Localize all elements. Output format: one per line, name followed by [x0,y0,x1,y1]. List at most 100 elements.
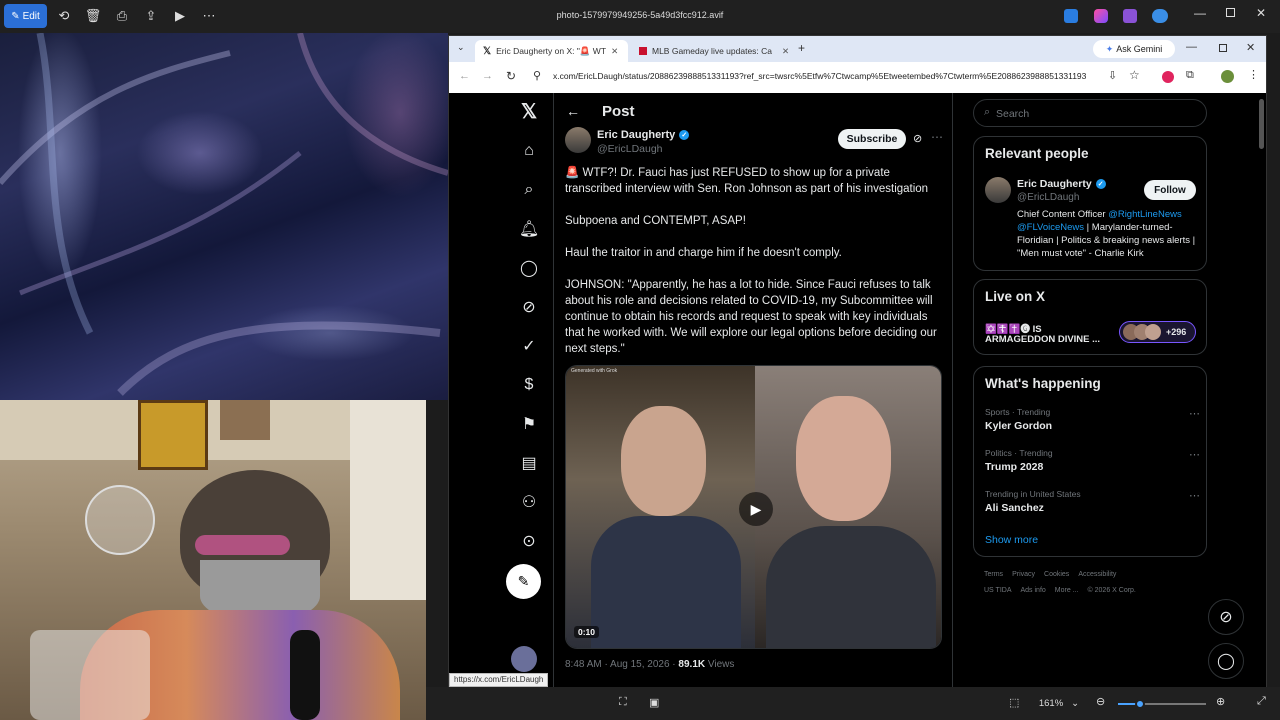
trend-more-icon[interactable]: ⋯ [1189,489,1200,502]
footer-us-tida[interactable]: US TIDA [984,587,1012,594]
trend-more-icon[interactable]: ⋯ [1189,407,1200,420]
zoom-dropdown[interactable]: 161% ⌄ [1030,693,1088,713]
footer-more[interactable]: More ... [1055,587,1079,594]
app-icon-1[interactable] [1064,9,1078,23]
trend-item[interactable]: Politics · Trending Trump 2028 ⋯ [985,448,1200,476]
maximize-icon[interactable] [1219,44,1227,52]
zoom-slider-thumb[interactable] [1135,699,1145,709]
grok-explain-icon[interactable]: ⊘ [913,132,922,145]
bio-link-rightlinenews[interactable]: @RightLineNews [1108,209,1182,220]
cloud-icon[interactable] [1152,9,1168,23]
tab-mlb-gameday[interactable]: MLB Gameday live updates: Ca ✕ [631,40,791,62]
url-field[interactable]: x.com/EricLDaugh/status/2088623988851331… [553,71,1093,81]
home-icon[interactable]: ⌂ [515,137,543,165]
new-tab-icon[interactable]: + [798,41,805,55]
subscribe-button[interactable]: Subscribe [838,129,906,149]
browser-menu-icon[interactable]: ⋮ [1248,68,1259,81]
tab-strip: ⌄ 𝕏 Eric Daugherty on X: "🚨 WTF?! ✕ MLB … [449,36,1266,62]
money-icon[interactable]: $ [515,371,543,399]
footer-terms[interactable]: Terms [984,571,1003,578]
fit-screen-icon[interactable]: ⛶ [619,696,627,709]
close-icon[interactable]: ✕ [1246,41,1255,54]
play-icon: ▶ [750,500,762,517]
follow-button[interactable]: Follow [1144,180,1196,200]
print-icon[interactable]: ⎙ [109,3,135,29]
minimize-icon[interactable]: — [1194,6,1206,20]
site-info-icon[interactable]: ⚲ [533,69,541,82]
show-more-link[interactable]: Show more [985,534,1038,546]
back-icon[interactable]: ← [459,70,470,82]
adblock-icon[interactable] [1162,71,1174,83]
x-logo-icon[interactable]: 𝕏 [515,97,543,125]
footer-privacy[interactable]: Privacy [1012,571,1035,578]
app-icon-3[interactable] [1123,9,1137,23]
account-avatar[interactable] [511,646,537,672]
bookmarks-icon[interactable]: ⚑ [515,410,543,438]
rotate-icon[interactable]: ⟲ [51,3,77,29]
reload-icon[interactable]: ↻ [506,69,516,83]
author-handle[interactable]: @EricLDaugh [597,143,663,155]
close-icon[interactable]: ✕ [1256,6,1266,20]
share-icon[interactable]: ⇪ [138,3,164,29]
person-name-row[interactable]: Eric Daugherty ✓ [1017,178,1106,190]
person-avatar[interactable] [985,177,1011,203]
ask-gemini-button[interactable]: ✦ Ask Gemini [1093,40,1175,58]
slideshow-icon[interactable]: ▶ [167,3,193,29]
tab-list-icon[interactable]: ⌄ [457,42,465,53]
post-video[interactable]: Generated with Grok ▶ 0:10 [565,365,942,649]
address-bar: ← → ↻ ⚲ x.com/EricLDaugh/status/20886239… [449,62,1266,93]
play-button[interactable]: ▶ [739,492,773,526]
fullscreen-icon[interactable]: ⤢ [1257,695,1266,708]
live-listeners-pill[interactable]: +296 [1119,321,1196,343]
post-more-icon[interactable]: ⋯ [931,130,943,144]
bio-link-flvoicenews[interactable]: @FLVoiceNews [1017,222,1084,233]
footer-ads-info[interactable]: Ads info [1021,587,1046,594]
messages-float-button[interactable]: ◯ [1208,643,1244,679]
edit-button[interactable]: ✎ Edit [4,4,47,28]
trend-context: Sports · Trending [985,407,1051,417]
more-circle-icon[interactable]: ⊙ [515,527,543,555]
relevant-people-title: Relevant people [985,146,1089,161]
author-avatar[interactable] [565,127,591,153]
scrollbar-thumb[interactable] [1259,99,1264,149]
tab-x-post[interactable]: 𝕏 Eric Daugherty on X: "🚨 WTF?! ✕ [475,40,628,62]
search-bar[interactable]: ⌕ Search [973,99,1207,127]
articles-icon[interactable]: ▤ [515,449,543,477]
zoom-out-icon[interactable]: ⊖ [1096,695,1105,708]
trend-item[interactable]: Trending in United States Ali Sanchez ⋯ [985,489,1200,517]
chat-icon[interactable]: ◯ [515,254,543,282]
install-app-icon[interactable]: ⇩ [1108,69,1117,82]
live-space-line2[interactable]: ARMAGEDDON DIVINE ... [985,334,1100,345]
explore-search-icon[interactable]: ⌕ [515,176,543,204]
trend-more-icon[interactable]: ⋯ [1189,448,1200,461]
back-arrow-icon[interactable]: ← [566,103,580,119]
footer-accessibility[interactable]: Accessibility [1078,571,1116,578]
zoom-in-icon[interactable]: ⊕ [1216,695,1225,708]
tab-close-icon[interactable]: ✕ [782,46,789,57]
compose-post-button[interactable]: ✎ [506,564,541,599]
maximize-icon[interactable] [1226,8,1235,17]
extensions-icon[interactable]: ⧉ [1186,69,1194,82]
video-suit-right [766,526,936,648]
grok-icon[interactable]: ⊘ [515,293,543,321]
app-icon-2[interactable] [1094,9,1108,23]
more-options-icon[interactable]: ⋯ [196,3,222,29]
minimize-icon[interactable]: — [1186,41,1197,53]
notifications-bell-icon[interactable]: 🔔︎ [515,215,543,243]
forward-icon[interactable]: → [482,70,493,82]
live-space-line1[interactable]: ✡️☦️✝️🅖 IS [985,321,1042,335]
filmstrip-icon[interactable]: ▣ [649,696,659,709]
delete-icon[interactable]: 🗑 [80,3,106,29]
person-handle[interactable]: @EricLDaugh [1017,192,1079,203]
tab-close-icon[interactable]: ✕ [611,46,618,57]
actual-size-icon[interactable]: ⬚ [1009,696,1019,709]
grok-float-button[interactable]: ⊘ [1208,599,1244,635]
author-name-row[interactable]: Eric Daugherty ✓ [597,129,690,141]
verified-icon[interactable]: ✓ [515,332,543,360]
footer-cookies[interactable]: Cookies [1044,571,1069,578]
bookmark-star-icon[interactable]: ☆ [1129,68,1140,82]
post-timestamp[interactable]: 8:48 AM · Aug 15, 2026 · [565,659,678,670]
trend-item[interactable]: Sports · Trending Kyler Gordon ⋯ [985,407,1200,435]
profile-icon[interactable]: ⚇ [515,488,543,516]
profile-avatar-icon[interactable] [1221,70,1234,83]
